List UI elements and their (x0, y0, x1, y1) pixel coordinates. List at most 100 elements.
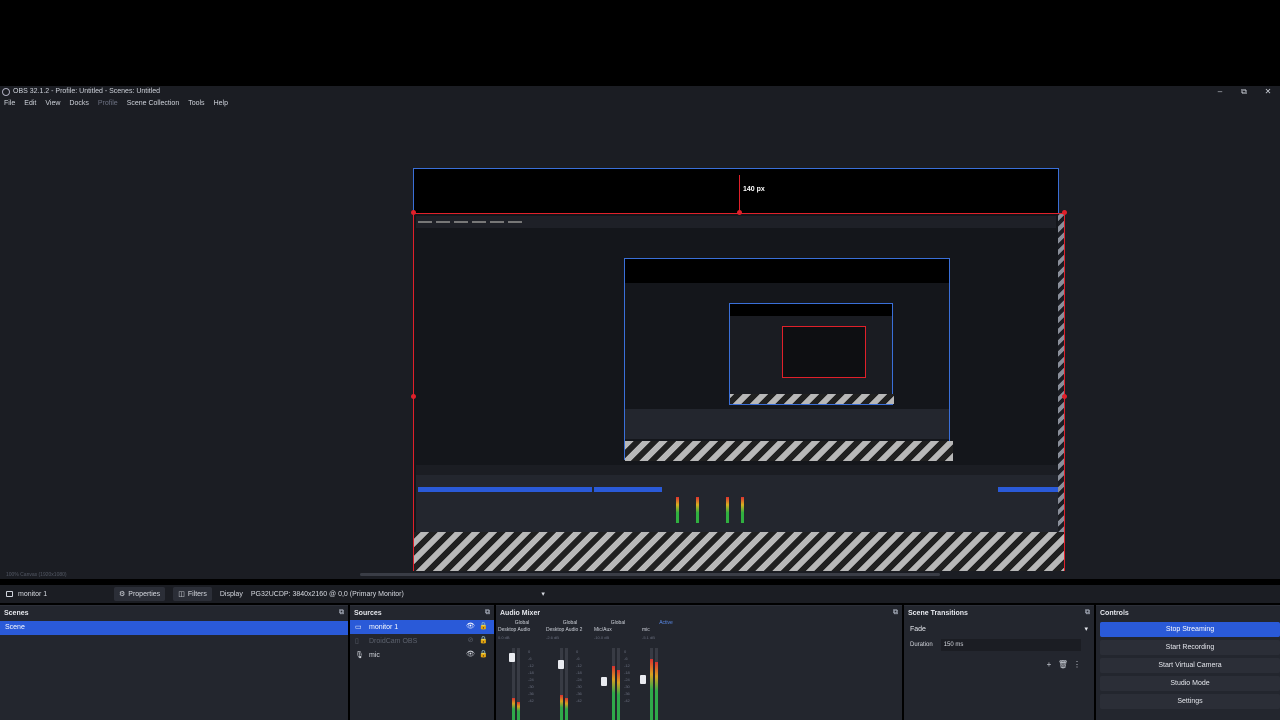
crop-size-label: 140 px (743, 186, 765, 193)
nested-preview-level-3 (782, 326, 866, 378)
display-select[interactable]: PG32UCDP: 3840x2160 @ 0,0 (Primary Monit… (248, 587, 547, 601)
resize-handle-top-left[interactable] (411, 210, 416, 215)
dock-popout-icon[interactable]: ⧉ (485, 609, 490, 617)
window-title: OBS 32.1.2 - Profile: Untitled - Scenes:… (13, 88, 161, 95)
stop-streaming-button[interactable]: Stop Streaming (1100, 622, 1280, 637)
channel-scope: Global (610, 620, 626, 626)
toolbar-source: monitor 1 (6, 591, 106, 598)
menu-file[interactable]: File (4, 100, 15, 107)
menu-edit[interactable]: Edit (24, 100, 36, 107)
close-button[interactable]: ✕ (1256, 86, 1280, 97)
menu-tools[interactable]: Tools (188, 100, 204, 107)
preview-scrollbar[interactable] (360, 573, 940, 576)
volume-fader[interactable] (509, 653, 515, 662)
volume-fader[interactable] (558, 660, 564, 669)
resize-handle-top-right[interactable] (1062, 210, 1067, 215)
monitor-icon: ▭ (355, 624, 362, 631)
volume-fader[interactable] (640, 675, 646, 684)
source-item-mic[interactable]: 🎙 mic 👁 🔒 (350, 648, 494, 662)
nested-preview-level-2 (729, 303, 894, 405)
transition-buttons: + 🗑 ⋮ (1042, 660, 1084, 669)
studio-mode-button[interactable]: Studio Mode (1100, 676, 1280, 691)
scenes-dock: Scenes ⧉ Scene (0, 605, 348, 720)
toolbar-source-name: monitor 1 (18, 590, 48, 598)
audio-mixer-dock: Audio Mixer ⧉ Global Desktop Audio 0.0 d… (496, 605, 902, 720)
mixer-channels: Global Desktop Audio 0.0 dB 0 -6 -12 -18 -24… (496, 620, 902, 720)
channel-name[interactable]: Desktop Audio 2 (546, 627, 594, 635)
transitions-header: Scene Transitions ⧉ (904, 606, 1094, 620)
source-name: DroidCam OBS (369, 637, 418, 645)
properties-button[interactable]: ⚙ Properties (114, 587, 166, 601)
visibility-eye-icon[interactable]: 👁 (464, 620, 477, 634)
maximize-button[interactable]: ⧉ (1232, 86, 1256, 97)
channel-name[interactable]: Mic/Aux (594, 627, 642, 635)
duration-row: Duration 150 ms (910, 638, 1088, 652)
captured-hazard-stripes (414, 532, 1064, 571)
filters-button[interactable]: ◫ Filters (173, 587, 212, 601)
menu-docks[interactable]: Docks (69, 100, 88, 107)
menu-help[interactable]: Help (214, 100, 228, 107)
transition-select[interactable]: Fade ▾ (910, 622, 1088, 636)
window-controls: – ⧉ ✕ (1208, 86, 1280, 97)
captured-screen-content (416, 216, 1056, 466)
sources-dock: Sources ⧉ ▭ monitor 1 👁 🔒 ▯ DroidCam OBS… (350, 605, 494, 720)
source-item-monitor[interactable]: ▭ monitor 1 👁 🔒 (350, 620, 494, 634)
dock-popout-icon[interactable]: ⧉ (339, 609, 344, 617)
captured-menu-bar (416, 216, 1056, 228)
settings-button[interactable]: Settings (1100, 694, 1280, 709)
channel-db: -10.0 dB (594, 635, 610, 640)
title-bar: OBS 32.1.2 - Profile: Untitled - Scenes:… (0, 86, 1280, 97)
channel-scope: Global (514, 620, 530, 626)
mixer-channel: Global Desktop Audio 0.0 dB 0 -6 -12 -18 -24… (498, 620, 546, 720)
meter-scale: 0 -6 -12 -18 -24 -30 -36 -42 (528, 649, 534, 703)
chevron-down-icon: ▾ (541, 591, 545, 598)
resize-handle-right[interactable] (1062, 394, 1067, 399)
menu-view[interactable]: View (45, 100, 60, 107)
volume-meter (517, 648, 520, 720)
display-label: Display (219, 590, 243, 598)
volume-meter (617, 648, 620, 720)
zoom-readout: 100% Canvas (1920x1080) (6, 572, 67, 578)
gear-icon: ⚙ (119, 591, 126, 598)
channel-name[interactable]: mic (642, 627, 690, 635)
channel-name[interactable]: Desktop Audio (498, 627, 546, 635)
dock-popout-icon[interactable]: ⧉ (893, 609, 898, 617)
channel-db: 0.0 dB (498, 635, 510, 640)
channel-scope: Global (562, 620, 578, 626)
mixer-channel: Active mic -5.1 dB (640, 620, 690, 720)
visibility-eye-icon[interactable]: 👁 (464, 648, 477, 662)
volume-meter (565, 648, 568, 720)
source-item-droidcam[interactable]: ▯ DroidCam OBS ⊘ 🔒 (350, 634, 494, 648)
start-virtual-camera-button[interactable]: Start Virtual Camera (1100, 658, 1280, 673)
audio-mixer-title: Audio Mixer (500, 609, 541, 617)
source-name: mic (369, 651, 380, 659)
menu-profile[interactable]: Profile (98, 100, 118, 107)
volume-meter (560, 648, 563, 720)
visibility-hidden-icon[interactable]: ⊘ (464, 634, 477, 648)
start-recording-button[interactable]: Start Recording (1100, 640, 1280, 655)
more-menu-icon[interactable]: ⋮ (1070, 660, 1084, 669)
source-toolbar: monitor 1 ⚙ Properties ◫ Filters Display… (0, 585, 1280, 603)
scene-item[interactable]: Scene (0, 621, 348, 635)
minimize-button[interactable]: – (1208, 86, 1232, 97)
resize-handle-left[interactable] (411, 394, 416, 399)
chevron-down-icon: ▾ (1084, 626, 1088, 633)
menu-scene-collection[interactable]: Scene Collection (127, 100, 180, 107)
menu-bar: File Edit View Docks Profile Scene Colle… (0, 97, 1280, 110)
resize-handle-top[interactable] (737, 210, 742, 215)
camera-icon: ▯ (355, 638, 359, 645)
controls-title: Controls (1100, 609, 1129, 617)
duration-input[interactable]: 150 ms (940, 639, 1081, 651)
add-icon[interactable]: + (1042, 660, 1056, 669)
captured-docks (416, 465, 1060, 533)
dock-popout-icon[interactable]: ⧉ (1085, 609, 1090, 617)
lock-icon[interactable]: 🔒 (477, 634, 490, 648)
lock-icon[interactable]: 🔒 (477, 620, 490, 634)
trash-icon[interactable]: 🗑 (1056, 660, 1070, 669)
volume-meter (655, 648, 658, 720)
lock-icon[interactable]: 🔒 (477, 648, 490, 662)
selected-source-bounds[interactable] (413, 213, 1065, 572)
scenes-title: Scenes (4, 609, 29, 617)
scene-transitions-dock: Scene Transitions ⧉ Fade ▾ Duration 150 … (904, 605, 1094, 720)
volume-fader[interactable] (601, 677, 607, 686)
